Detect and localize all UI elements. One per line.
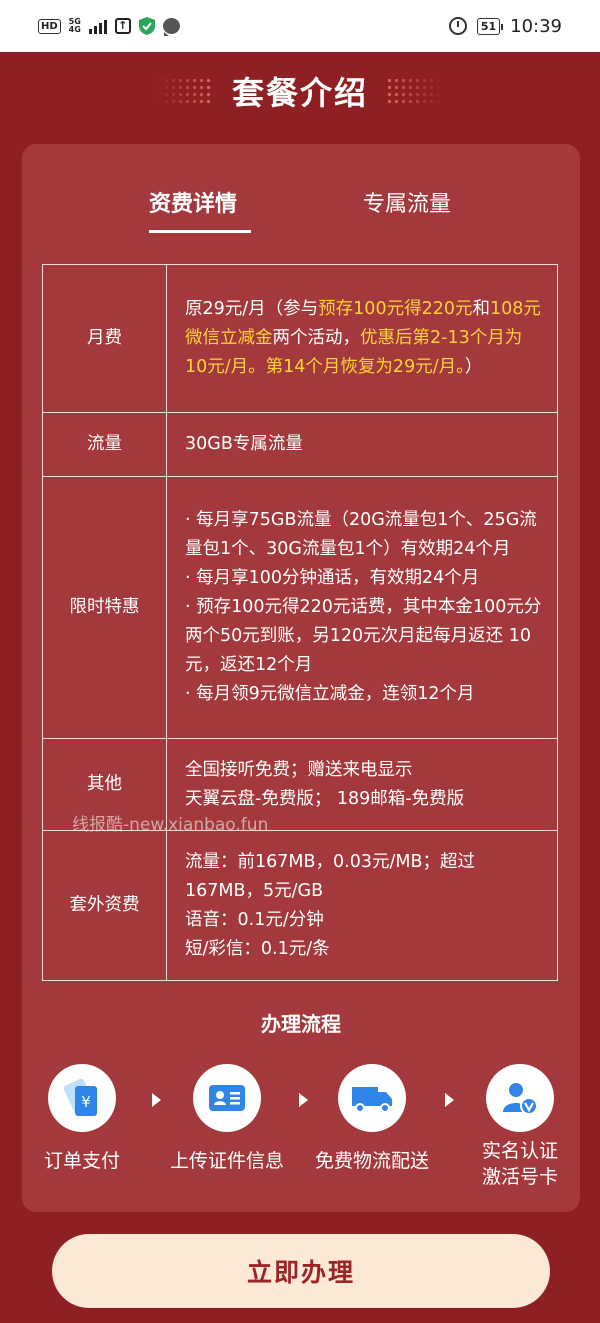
step-arrow-icon	[445, 1093, 454, 1107]
table-row: 月费 原29元/月（参与预存100元得220元和108元微信立减金两个活动，优惠…	[42, 264, 558, 413]
step-arrow-icon	[299, 1093, 308, 1107]
row-value-monthly-fee: 原29元/月（参与预存100元得220元和108元微信立减金两个活动，优惠后第2…	[166, 264, 558, 413]
alarm-icon	[448, 17, 467, 35]
process-step-upload-id: 上传证件信息	[167, 1064, 287, 1174]
active-tab-indicator	[149, 230, 251, 233]
payment-icon: ¥	[63, 1078, 97, 1116]
message-icon	[162, 18, 180, 36]
signal-icon	[88, 18, 107, 34]
network-type-icon: 5G 4G	[68, 17, 81, 34]
tab-exclusive-data[interactable]: 专属流量	[363, 186, 451, 218]
shield-icon	[138, 17, 155, 35]
hd-icon: HD	[38, 18, 61, 34]
row-key-promo: 限时特惠	[42, 476, 167, 739]
row-key-extra-fee: 套外资费	[42, 830, 167, 981]
tab-fee-details[interactable]: 资费详情	[149, 186, 237, 218]
watermark: 线报酷-new.xianbao.fun	[72, 815, 269, 835]
status-bar: HD 5G 4G ↑ 51 10:39	[0, 0, 600, 52]
fee-table: 月费 原29元/月（参与预存100元得220元和108元微信立减金两个活动，优惠…	[42, 264, 558, 981]
row-value-data: 30GB专属流量	[166, 412, 558, 477]
table-row: 流量 30GB专属流量	[42, 412, 558, 477]
row-value-extra-fee: 流量：前167MB，0.03元/MB；超过167MB，5元/GB 语音：0.1元…	[166, 830, 558, 981]
process-step-payment: ¥ 订单支付	[22, 1064, 142, 1174]
upload-icon: ↑	[114, 18, 131, 34]
page-title: 套餐介绍	[231, 74, 368, 112]
svg-text:¥: ¥	[81, 1093, 91, 1111]
row-key-data: 流量	[42, 412, 167, 477]
decorative-dots-right	[386, 77, 444, 105]
apply-now-button[interactable]: 立即办理	[52, 1234, 550, 1308]
promo-line: · 每月领9元微信立减金，连领12个月	[185, 684, 475, 704]
user-verified-icon	[503, 1083, 538, 1115]
tab-bar: 资费详情 专属流量	[22, 186, 580, 236]
process-step-delivery: 免费物流配送	[312, 1064, 432, 1174]
truck-icon	[352, 1087, 392, 1113]
clock: 10:39	[510, 15, 562, 37]
table-row: 套外资费 流量：前167MB，0.03元/MB；超过167MB，5元/GB 语音…	[42, 830, 558, 981]
step-arrow-icon	[152, 1093, 161, 1107]
table-row: 限时特惠 · 每月享75GB流量（20G流量包1个、25G流量包1个、30G流量…	[42, 476, 558, 739]
plan-card: 资费详情 专属流量 月费 原29元/月（参与预存100元得220元和108元微信…	[22, 144, 580, 1212]
battery-icon: 51	[476, 17, 504, 35]
row-value-promo: · 每月享75GB流量（20G流量包1个、25G流量包1个、30G流量包1个）有…	[166, 476, 558, 739]
promo-line: · 每月享100分钟通话，有效期24个月	[185, 568, 480, 588]
promo-line: · 每月享75GB流量（20G流量包1个、25G流量包1个、30G流量包1个）有…	[185, 510, 537, 559]
decorative-dots-left	[155, 77, 214, 105]
row-key-monthly-fee: 月费	[42, 264, 167, 413]
process-title: 办理流程	[261, 1012, 341, 1036]
promo-line: · 预存100元得220元话费，其中本金100元分两个50元到账，另120元次月…	[185, 597, 542, 675]
process-step-verify: 实名认证 激活号卡	[460, 1064, 580, 1190]
id-card-icon	[209, 1085, 245, 1111]
page-header: 套餐介绍	[0, 60, 600, 122]
